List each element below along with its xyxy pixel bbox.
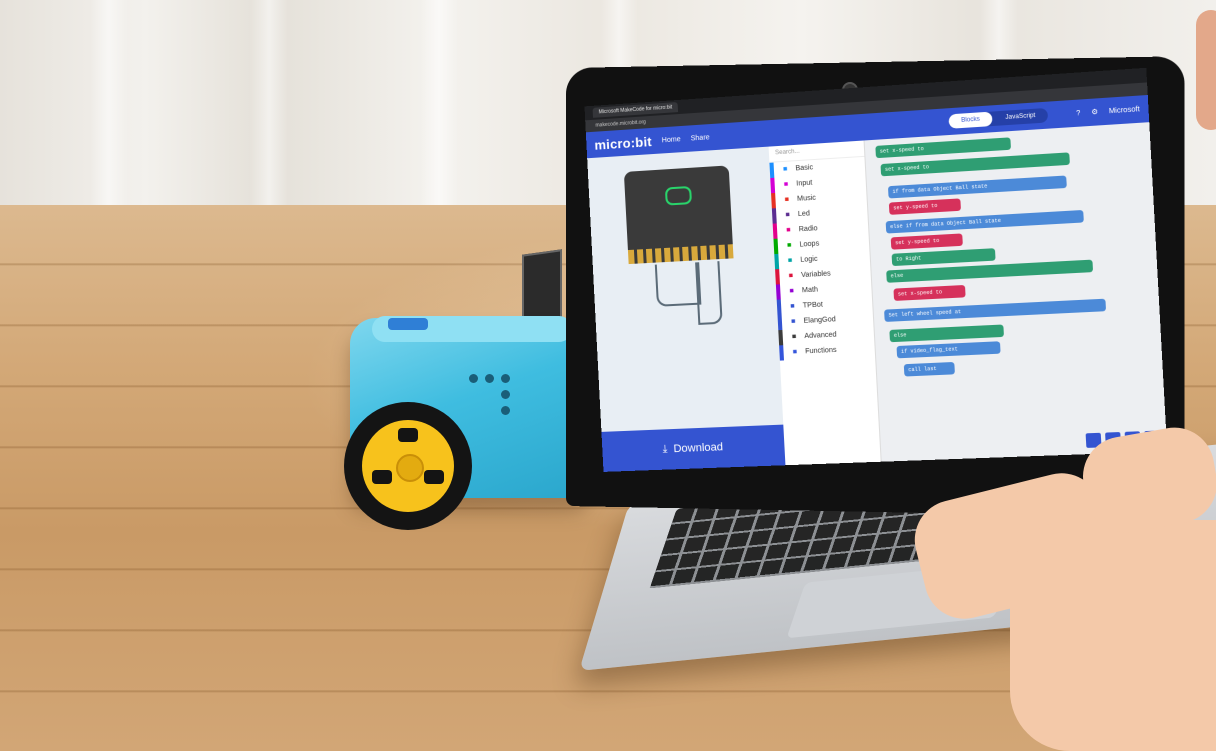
download-button[interactable]: ⤓ Download	[601, 424, 786, 472]
robot-speaker-holes	[465, 370, 525, 420]
sim-wire	[695, 261, 723, 325]
download-label: Download	[673, 441, 724, 456]
curtain-fold	[90, 0, 128, 215]
curtain-fold	[420, 0, 458, 215]
code-block[interactable]: set y-speed to	[888, 198, 961, 215]
code-block[interactable]: call last	[903, 361, 955, 377]
photo-scene: Microsoft MakeCode for micro:bit makecod…	[0, 0, 1216, 751]
editor-mode-toggle: Blocks JavaScript	[948, 107, 1049, 129]
microbit-simulator: ⤓ Download	[587, 146, 786, 472]
curtain-fold	[250, 0, 288, 215]
share-button[interactable]: Share	[691, 134, 710, 142]
hub-hole	[424, 470, 444, 484]
category-label: Radio	[798, 225, 818, 234]
code-block[interactable]: Set left wheel speed at	[884, 298, 1107, 322]
block-toolbox: Search... ■ Basic ■ Input ■ Music ■ Led ■ Radio ■ L…	[768, 140, 882, 466]
download-icon: ⤓	[662, 442, 668, 456]
code-block[interactable]: else if from data Object Ball state	[885, 209, 1084, 234]
category-icon: ■	[782, 165, 788, 174]
category-icon: ■	[792, 348, 798, 356]
category-label: ElangGod	[803, 316, 836, 325]
category-icon: ■	[790, 302, 795, 311]
hub-hole	[372, 470, 392, 484]
url-text: makecode.microbit.org	[595, 119, 647, 129]
category-icon: ■	[791, 333, 797, 341]
blocks-canvas[interactable]: set x-speed to set x-speed to if from da…	[864, 122, 1168, 462]
category-label: Music	[796, 194, 817, 203]
blocks-mode-button[interactable]: Blocks	[948, 111, 994, 129]
category-label: Led	[797, 210, 811, 219]
category-label: Logic	[800, 255, 818, 264]
category-icon: ■	[786, 241, 792, 250]
help-icon[interactable]: ?	[1076, 109, 1081, 117]
category-icon: ■	[789, 287, 795, 295]
javascript-mode-button[interactable]: JavaScript	[992, 108, 1048, 126]
category-icon: ■	[788, 272, 794, 280]
robot-wheel-axle	[396, 454, 424, 482]
toolbox-category-list: ■ Basic ■ Input ■ Music ■ Led ■ Radio ■ Loops ■ Logic…	[769, 157, 875, 361]
laptop-screen: Microsoft MakeCode for micro:bit makecod…	[584, 67, 1168, 472]
code-block[interactable]: if video_flag_text	[896, 341, 1001, 359]
gear-icon[interactable]: ⚙	[1091, 108, 1098, 117]
code-block[interactable]: else	[889, 324, 1004, 343]
toolbox-category[interactable]: ■ Functions	[779, 341, 875, 361]
category-label: Loops	[799, 240, 820, 249]
home-button[interactable]: Home	[662, 136, 681, 144]
category-label: Advanced	[804, 331, 837, 341]
code-block[interactable]: set x-speed to	[875, 137, 1012, 159]
person-edge	[1196, 10, 1216, 130]
category-label: TPBot	[802, 301, 824, 310]
code-block[interactable]: to Right	[891, 248, 996, 267]
category-icon: ■	[784, 196, 790, 204]
category-icon: ■	[786, 226, 791, 235]
hub-hole	[398, 428, 418, 442]
code-block[interactable]: set y-speed to	[890, 233, 963, 250]
robot-lego-studs	[388, 318, 428, 330]
category-label: Math	[801, 286, 819, 295]
child-forearm	[1010, 520, 1216, 751]
category-label: Functions	[805, 346, 837, 356]
sim-wire	[654, 262, 702, 307]
category-icon: ■	[790, 318, 796, 326]
microsoft-brand[interactable]: Microsoft	[1109, 105, 1140, 114]
microbit-logo[interactable]: micro:bit	[594, 134, 652, 153]
code-block[interactable]: if from data Object Ball state	[887, 175, 1067, 199]
header-right-group: ? ⚙ Microsoft	[1076, 105, 1140, 117]
category-icon: ■	[785, 211, 790, 219]
microbit-led-face	[664, 185, 693, 206]
category-icon: ■	[787, 257, 793, 265]
category-label: Input	[796, 179, 813, 188]
category-icon: ■	[783, 181, 789, 189]
category-label: Variables	[800, 270, 831, 280]
editor-workspace: ⤓ Download Search... ■ Basic ■ Input ■ Music ■…	[587, 122, 1168, 472]
category-label: Basic	[795, 164, 814, 173]
code-block[interactable]: set x-speed to	[893, 284, 966, 301]
